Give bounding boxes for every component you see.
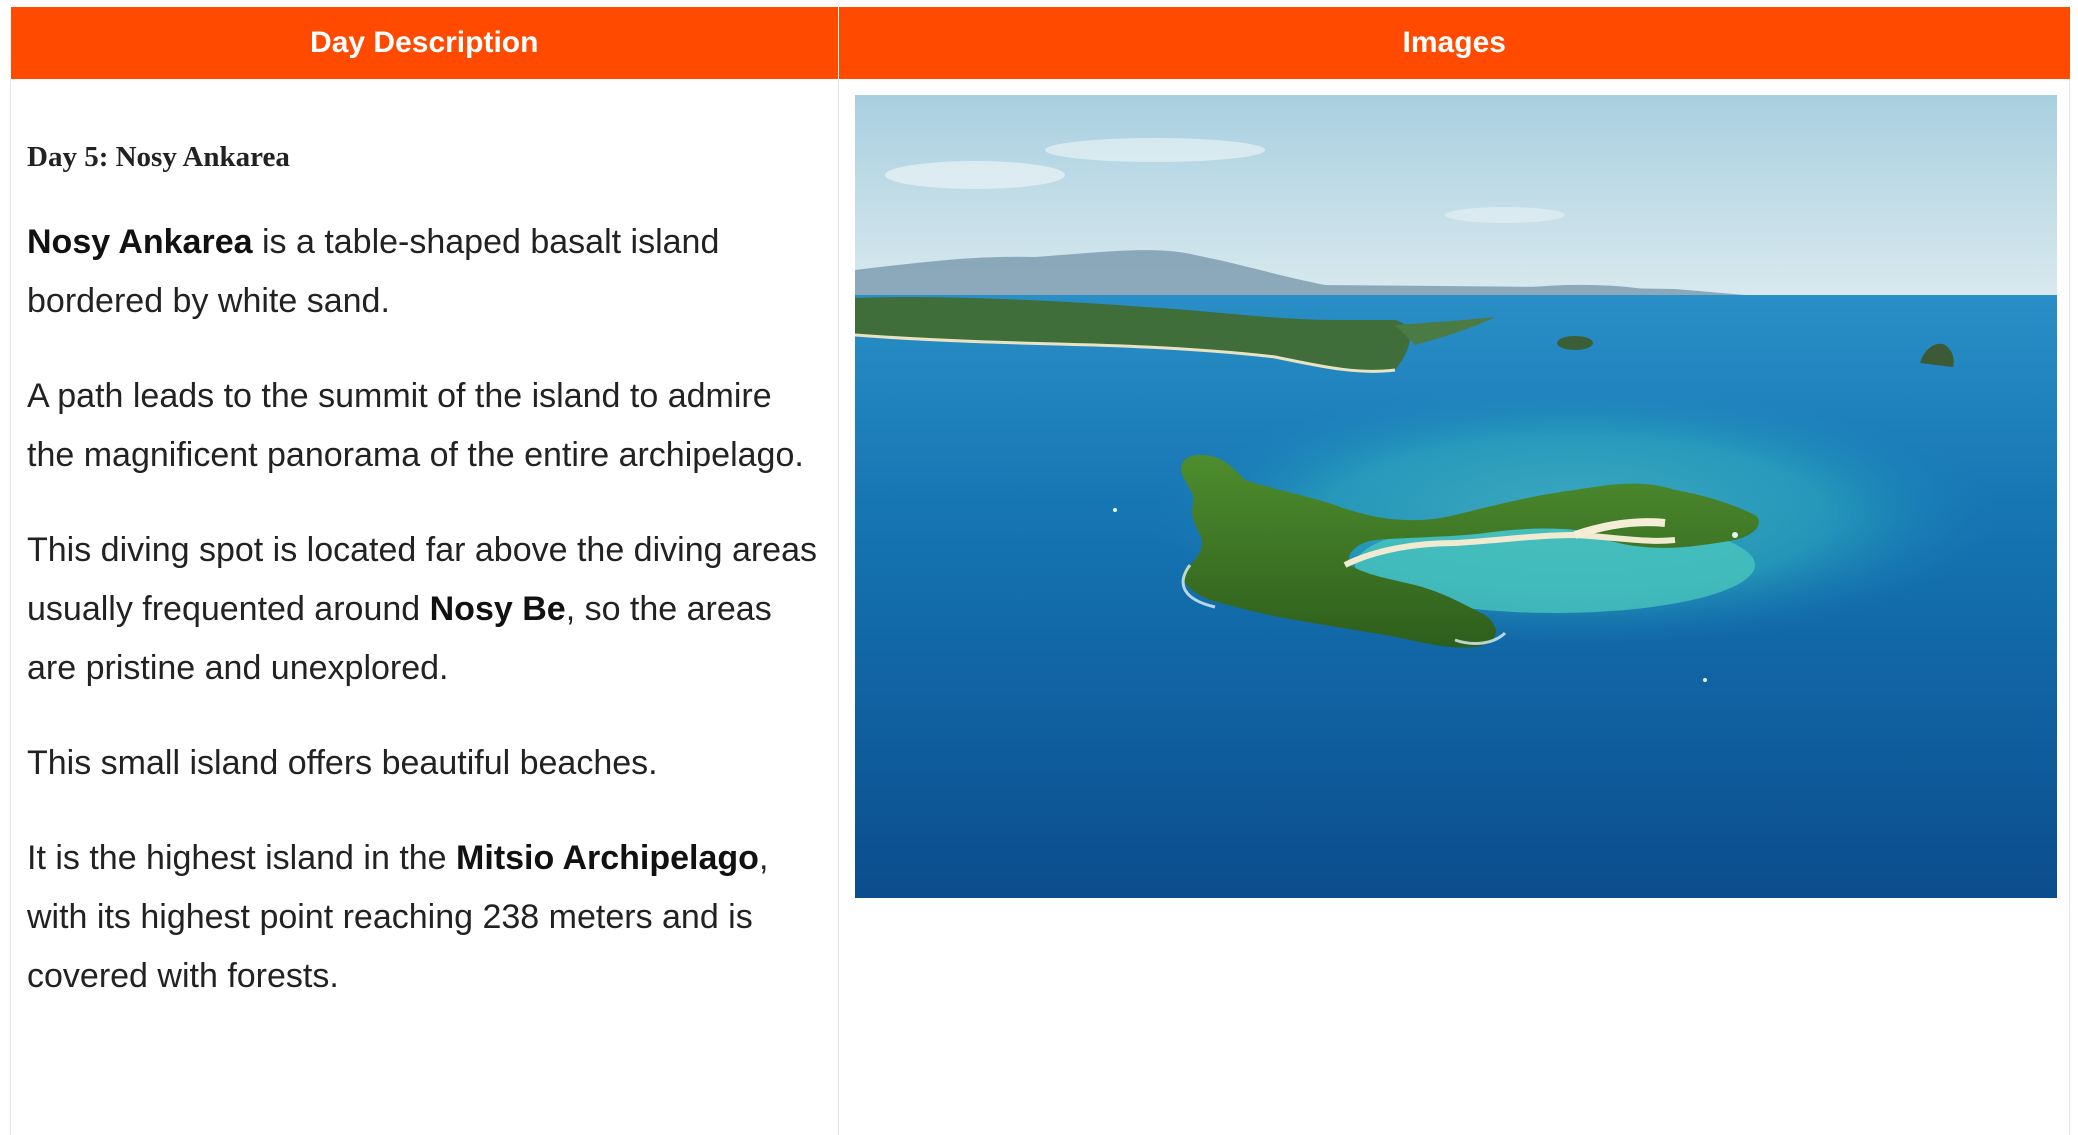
paragraph-path: A path leads to the summit of the island… — [27, 377, 804, 474]
paragraph-highest: It is the highest island in the Mitsio A… — [27, 839, 769, 995]
paragraph-intro: Nosy Ankarea is a table-shaped basalt is… — [27, 223, 720, 320]
nosy-be-name: Nosy Be — [429, 590, 566, 628]
description-cell: Day 5: Nosy Ankarea Nosy Ankarea is a ta… — [10, 79, 839, 1135]
header-day-description: Day Description — [10, 7, 839, 79]
archipelago-name: Mitsio Archipelago — [456, 839, 759, 877]
header-images: Images — [838, 7, 2070, 79]
itinerary-table: Day Description Images Day 5: Nosy Ankar… — [10, 7, 2070, 1135]
paragraph-beaches: This small island offers beautiful beach… — [27, 744, 658, 782]
island-aerial-photo — [855, 95, 2057, 898]
day-title: Day 5: Nosy Ankarea — [27, 141, 290, 173]
island-name: Nosy Ankarea — [27, 223, 253, 261]
paragraph-diving: This diving spot is located far above th… — [27, 531, 818, 687]
itinerary-section: Day Description Images Day 5: Nosy Ankar… — [10, 7, 2070, 1135]
table-row: Day 5: Nosy Ankarea Nosy Ankarea is a ta… — [10, 79, 2070, 1135]
table-header-row: Day Description Images — [10, 7, 2070, 79]
image-cell — [838, 79, 2070, 1135]
